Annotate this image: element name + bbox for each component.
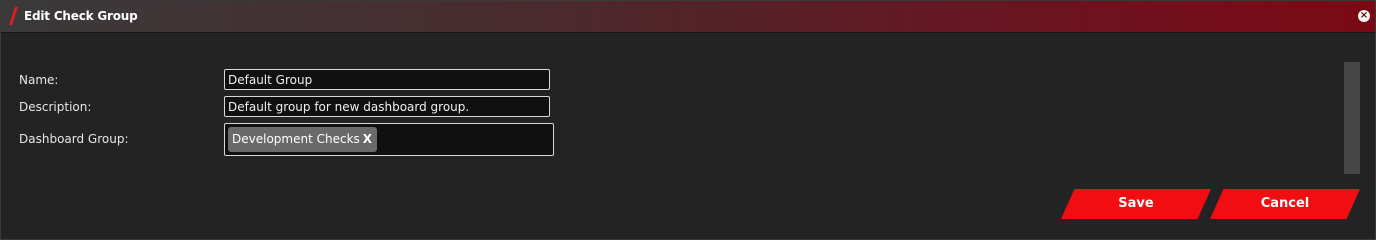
- save-button-label: Save: [1118, 196, 1154, 211]
- dashboard-group-label: Dashboard Group:: [19, 132, 129, 146]
- dialog-title: Edit Check Group: [24, 9, 138, 23]
- description-label: Description:: [19, 100, 92, 114]
- description-input[interactable]: [224, 96, 550, 117]
- tag-label: Development Checks: [232, 132, 360, 146]
- dialog-titlebar[interactable]: Edit Check Group ×: [1, 1, 1375, 33]
- close-icon[interactable]: ×: [1358, 10, 1370, 22]
- dashboard-group-tag-input[interactable]: Development Checks X: [224, 123, 554, 156]
- name-label: Name:: [19, 73, 59, 87]
- cancel-button-label: Cancel: [1260, 196, 1310, 211]
- vertical-scrollbar[interactable]: [1344, 62, 1360, 174]
- title-slash-icon: [9, 7, 18, 25]
- cancel-button[interactable]: Cancel: [1210, 189, 1360, 219]
- dashboard-group-tag: Development Checks X: [228, 127, 378, 152]
- name-input[interactable]: [224, 69, 550, 90]
- save-button[interactable]: Save: [1061, 189, 1211, 219]
- tag-remove-icon[interactable]: X: [363, 132, 372, 146]
- edit-check-group-dialog: Edit Check Group × Name: Description: Da…: [0, 0, 1376, 240]
